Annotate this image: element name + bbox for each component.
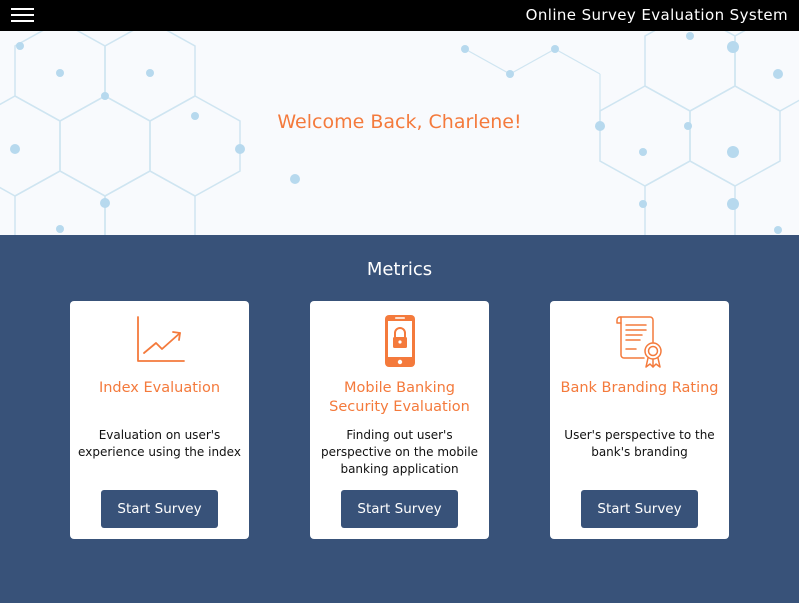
metrics-section: Metrics Index Evaluation Evaluation on u… [0,235,799,603]
card-description: Finding out user's perspective on the mo… [320,428,479,476]
card-bank-branding-rating: Bank Branding Rating User's perspective … [550,301,729,539]
card-title: Bank Branding Rating [560,380,719,396]
top-bar: Online Survey Evaluation System [0,0,799,31]
start-survey-button[interactable]: Start Survey [341,490,458,528]
card-mobile-banking-security: Mobile Banking Security Evaluation Findi… [310,301,489,539]
hero-banner: Welcome Back, Charlene! [0,31,799,235]
card-index-evaluation: Index Evaluation Evaluation on user's ex… [70,301,249,539]
card-title: Mobile Banking Security Evaluation [329,380,470,415]
line-chart-icon [134,313,186,370]
mobile-lock-icon [383,313,417,374]
start-survey-button[interactable]: Start Survey [581,490,698,528]
card-title: Index Evaluation [98,380,221,396]
hamburger-menu-icon[interactable] [11,8,34,23]
app-title: Online Survey Evaluation System [525,6,788,24]
card-description: Evaluation on user's experience using th… [78,428,241,459]
metrics-title: Metrics [366,259,433,280]
certificate-icon [612,313,668,374]
start-survey-button[interactable]: Start Survey [101,490,218,528]
card-description: User's perspective to the bank's brandin… [564,428,715,459]
hexagon-network-background [0,31,799,235]
welcome-message: Welcome Back, Charlene! [277,111,522,133]
